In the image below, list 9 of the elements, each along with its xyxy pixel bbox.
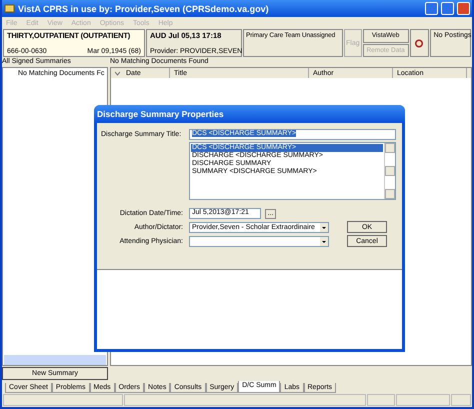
app-icon bbox=[4, 3, 15, 14]
window-title: VistA CPRS in use by: Provider,Seven (CPRSdemo.va.gov) bbox=[18, 4, 270, 14]
minimize-button[interactable] bbox=[425, 2, 438, 15]
horizontal-scrollbar[interactable] bbox=[4, 355, 106, 365]
close-button[interactable] bbox=[457, 2, 470, 15]
maximize-button[interactable] bbox=[441, 2, 454, 15]
scroll-thumb[interactable] bbox=[385, 166, 395, 176]
dialog-title: Discharge Summary Properties bbox=[94, 105, 405, 123]
sort-icon bbox=[115, 70, 120, 76]
